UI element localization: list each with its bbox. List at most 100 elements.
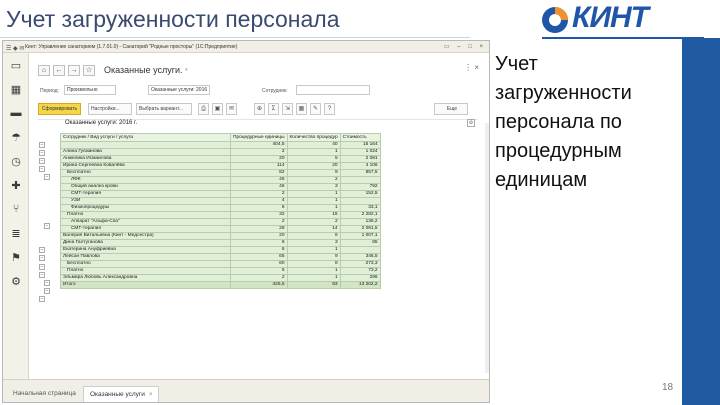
tab-close-icon[interactable]: × (149, 392, 153, 398)
col-header-cost: Стоимость (339, 133, 381, 142)
window-controls[interactable]: ▭ – □ × (444, 41, 486, 53)
choose-variant-button[interactable]: Выбрать вариант... (136, 103, 192, 115)
group-toggle-icon[interactable]: − (39, 150, 45, 157)
cell-count: 6 (286, 232, 341, 240)
form-title: Оказанные услуги. * (104, 65, 188, 75)
cell-cost: 346,5 (339, 253, 381, 261)
tab-services-report[interactable]: Оказанные услуги × (83, 386, 160, 402)
cell-cost: 957,5 (339, 169, 381, 177)
forward-icon[interactable]: → (68, 64, 80, 76)
cell-cost: 2 081 (339, 155, 381, 163)
group-toggle-icon[interactable]: − (39, 166, 45, 173)
group-toggle-icon[interactable]: − (44, 279, 50, 286)
sum-icon[interactable]: Σ (268, 103, 279, 115)
home-icon[interactable]: ⌂ (38, 64, 50, 76)
card-icon[interactable]: ▬ (10, 107, 22, 119)
group-toggle-icon[interactable]: − (39, 263, 45, 270)
table-row: УЗИ 4 1 (60, 197, 381, 205)
form-nav: ⌂ ← → ☆ Оказанные услуги. * (38, 63, 188, 77)
cell-count: 2 (286, 176, 341, 184)
tab-home[interactable]: Начальная страница (7, 386, 82, 402)
table-row: Анжелика Исмаилова 20 5 2 081 (60, 155, 381, 163)
cell-cost: 73,2 (339, 267, 381, 275)
cell-name: Ирина Сергеевна Ковалёва (60, 162, 231, 170)
accent-band (682, 38, 720, 405)
cell-units: 5 (230, 267, 288, 275)
group-toggle-icon[interactable]: − (39, 255, 45, 262)
settings-icon[interactable]: ⚙ (10, 275, 22, 288)
app-window: ☰ ◆ ✉ Кинт: Управление санаторием (1.7.0… (2, 40, 490, 403)
help-icon[interactable]: ? (324, 103, 335, 115)
cell-name: Екатерина Ануфриевна (60, 246, 231, 254)
cell-count: 83 (286, 281, 341, 289)
cell-name: Валерия Витальевна (Кинт - Медсестра) (60, 232, 231, 240)
flag-icon[interactable]: ⚑ (10, 251, 22, 264)
group-toggle-icon[interactable]: − (44, 223, 50, 229)
group-toggle-icon[interactable]: − (39, 247, 45, 254)
calendar-icon[interactable]: ▦ (10, 83, 22, 96)
group-toggle-icon[interactable]: − (39, 158, 45, 165)
period-select[interactable]: Произвольно (64, 85, 116, 95)
desktop-icon[interactable]: ▭ (10, 59, 22, 72)
edit-icon[interactable]: ✎ (310, 103, 321, 115)
cell-count: 40 (286, 141, 341, 149)
cell-name: Бесплатно (60, 169, 231, 177)
more-button[interactable]: Еще (434, 103, 468, 115)
cell-name: Аппарат "Альфа-Спа" (60, 218, 231, 226)
group-toggle-icon[interactable]: − (39, 271, 45, 278)
cell-cost: 85 (339, 239, 381, 247)
table-row: Платно 32 16 2 282,1 (60, 211, 381, 219)
back-icon[interactable]: ← (53, 64, 65, 76)
vertical-scrollbar[interactable] (485, 123, 489, 373)
group-toggle-icon[interactable]: − (44, 174, 50, 181)
table-row: Физиопроцедуры 6 1 33,1 (60, 204, 381, 212)
cutlery-icon[interactable]: ⑂ (10, 203, 22, 215)
period-label: Период: (40, 88, 59, 94)
cell-name: Дина Галтуганова (60, 239, 231, 247)
generate-button[interactable]: Сформировать (38, 103, 81, 115)
staff-field[interactable] (296, 85, 370, 95)
cell-units: 20 (230, 232, 288, 240)
stack-icon[interactable]: ≣ (10, 227, 22, 240)
cell-units: 46 (230, 176, 288, 184)
cell-cost: 4 106 (339, 162, 381, 170)
group-toggle-icon[interactable]: − (39, 295, 45, 302)
cell-count: 16 (286, 211, 341, 219)
expand-icon[interactable]: ⇲ (282, 103, 293, 115)
star-icon[interactable]: ☆ (83, 64, 95, 76)
slide-title: Учет загруженности персонала (6, 6, 340, 32)
cell-units: 404,5 (230, 141, 288, 149)
cell-cost: 15 164 (339, 141, 381, 149)
save-icon[interactable]: ▣ (212, 103, 223, 115)
mail-icon[interactable]: ✉ (226, 103, 237, 115)
table-row: Общий анализ крови 46 3 792 (60, 183, 381, 191)
report-settings-icon[interactable]: ⚙ (467, 119, 475, 127)
cell-units: 2 (230, 274, 288, 282)
form-close-icon[interactable]: ⋮ × (464, 63, 479, 72)
clock-icon[interactable]: ◷ (10, 155, 22, 168)
staff-label: Сотрудник: (262, 88, 288, 94)
cell-cost: 1 024 (339, 148, 381, 156)
group-toggle-icon[interactable]: − (44, 287, 50, 294)
table-row: Платно 5 1 73,2 (60, 267, 381, 275)
table-row: СМТ-терапия 2 1 152,5 (60, 190, 381, 198)
period-range-field[interactable]: Оказанные услуги: 2016 (148, 85, 210, 95)
zoom-icon[interactable]: ⊕ (254, 103, 265, 115)
table-row: Валерия Витальевна (Кинт - Медсестра) 20 6… (60, 232, 381, 240)
settings-button[interactable]: Настройки... (88, 103, 132, 115)
grid-icon[interactable]: ▦ (296, 103, 307, 115)
umbrella-icon[interactable]: ☂ (10, 131, 22, 144)
first-aid-icon[interactable]: ✚ (10, 179, 22, 192)
report-form: ⌂ ← → ☆ Оказанные услуги. * ⋮ × Период: … (30, 53, 489, 379)
cell-units: 2 (230, 218, 288, 226)
cell-units: 60 (230, 260, 288, 268)
table-row: ЛФК 46 2 (60, 176, 381, 184)
cell-cost: 136,2 (339, 218, 381, 226)
table-body: 404,5 40 15 164 Алина Гусманова 2 1 1 024 Анжел… (60, 141, 381, 289)
table-row: Ирина Сергеевна Ковалёва 114 20 4 106 (60, 162, 381, 170)
cell-name: Бесплатно (60, 260, 231, 268)
print-icon[interactable]: ⎙ (198, 103, 209, 115)
cell-units: 32 (230, 211, 288, 219)
cell-name: Эльмира Любовь Александровна (60, 274, 231, 282)
group-toggle-icon[interactable]: − (39, 142, 45, 148)
